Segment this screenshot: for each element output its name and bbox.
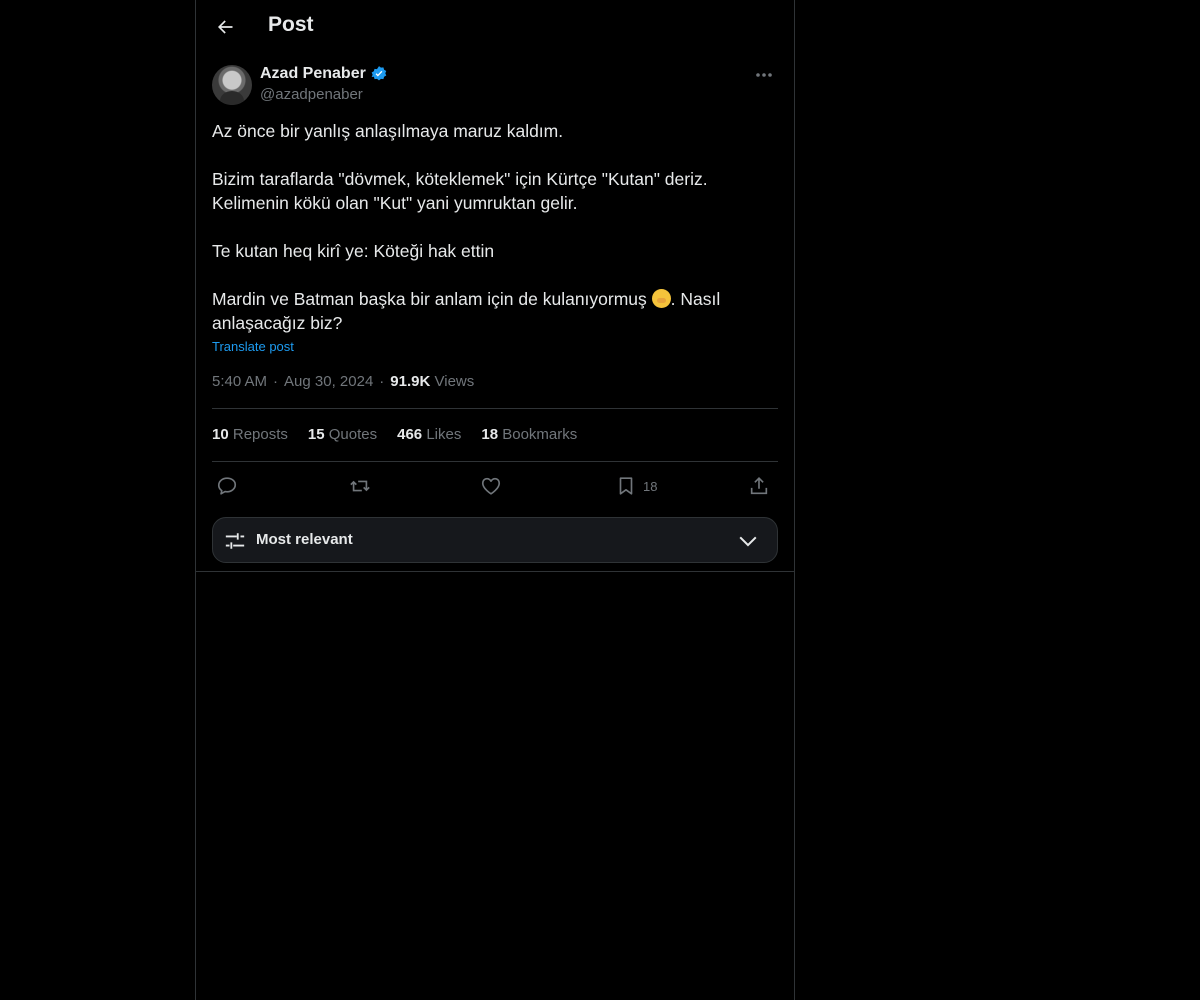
reply-icon <box>217 477 237 495</box>
reposts-stat[interactable]: 10 Reposts <box>212 426 288 443</box>
author-name-row: Azad Penaber <box>260 65 388 83</box>
post-author: Azad Penaber @azadpenaber <box>212 65 778 107</box>
share-button[interactable] <box>748 474 770 498</box>
like-button[interactable] <box>480 474 502 498</box>
repost-button[interactable] <box>349 474 371 498</box>
post-time[interactable]: 5:40 AM <box>212 373 267 390</box>
post-column: Post Azad Penaber @azadpenaber Az önce b… <box>195 0 795 1000</box>
post-paragraph: Mardin ve Batman başka bir anlam için de… <box>212 287 772 335</box>
post-paragraph: Te kutan heq kirî ye: Köteği hak ettin <box>212 241 495 261</box>
translate-post-link[interactable]: Translate post <box>212 339 294 354</box>
post-line: Kelimenin kökü olan "Kut" yani yumruktan… <box>212 193 578 213</box>
back-button[interactable] <box>208 10 242 44</box>
post-stats: 10 Reposts 15 Quotes 466 Likes 18 Bookma… <box>212 426 597 443</box>
sliders-icon <box>225 533 245 549</box>
more-button[interactable] <box>750 65 778 85</box>
shushing-face-emoji <box>651 289 671 308</box>
post-line: Mardin ve Batman başka bir anlam için de… <box>212 289 647 309</box>
post-paragraph: Bizim taraflarda "dövmek, köteklemek" iç… <box>212 167 772 215</box>
arrow-left-icon <box>218 20 233 34</box>
verified-badge-icon[interactable] <box>370 65 388 83</box>
more-horizontal-icon <box>756 73 772 77</box>
divider <box>212 408 778 409</box>
post-paragraph: Az önce bir yanlış anlaşılmaya maruz kal… <box>212 121 564 141</box>
post-actions: 18 <box>212 472 778 500</box>
author-handle[interactable]: @azadpenaber <box>260 86 363 103</box>
post-text: Az önce bir yanlış anlaşılmaya maruz kal… <box>212 119 772 335</box>
sort-replies-dropdown[interactable]: Most relevant <box>212 517 778 563</box>
chevron-down-icon <box>739 536 757 547</box>
divider <box>212 461 778 462</box>
repost-icon <box>350 480 370 492</box>
author-name[interactable]: Azad Penaber <box>260 65 366 83</box>
bookmark-icon <box>619 477 633 495</box>
divider <box>196 571 794 572</box>
likes-stat[interactable]: 466 Likes <box>397 426 461 443</box>
views-label: Views <box>434 373 475 390</box>
bookmarks-stat[interactable]: 18 Bookmarks <box>481 426 577 443</box>
heart-icon <box>481 477 501 495</box>
quotes-stat[interactable]: 15 Quotes <box>308 426 377 443</box>
sort-label: Most relevant <box>256 531 353 548</box>
bookmark-count: 18 <box>643 478 658 494</box>
post-line: Bizim taraflarda "dövmek, köteklemek" iç… <box>212 169 708 189</box>
post-header: Post <box>196 0 794 54</box>
reply-button[interactable] <box>216 474 238 498</box>
page-title: Post <box>268 13 314 36</box>
bookmark-button[interactable]: 18 <box>615 474 657 498</box>
avatar[interactable] <box>212 65 252 105</box>
share-icon <box>750 477 768 495</box>
views-count: 91.9K <box>390 373 431 390</box>
post-date[interactable]: Aug 30, 2024 <box>284 373 373 390</box>
post-meta: 5:40 AM · Aug 30, 2024 · 91.9K Views <box>212 373 475 390</box>
